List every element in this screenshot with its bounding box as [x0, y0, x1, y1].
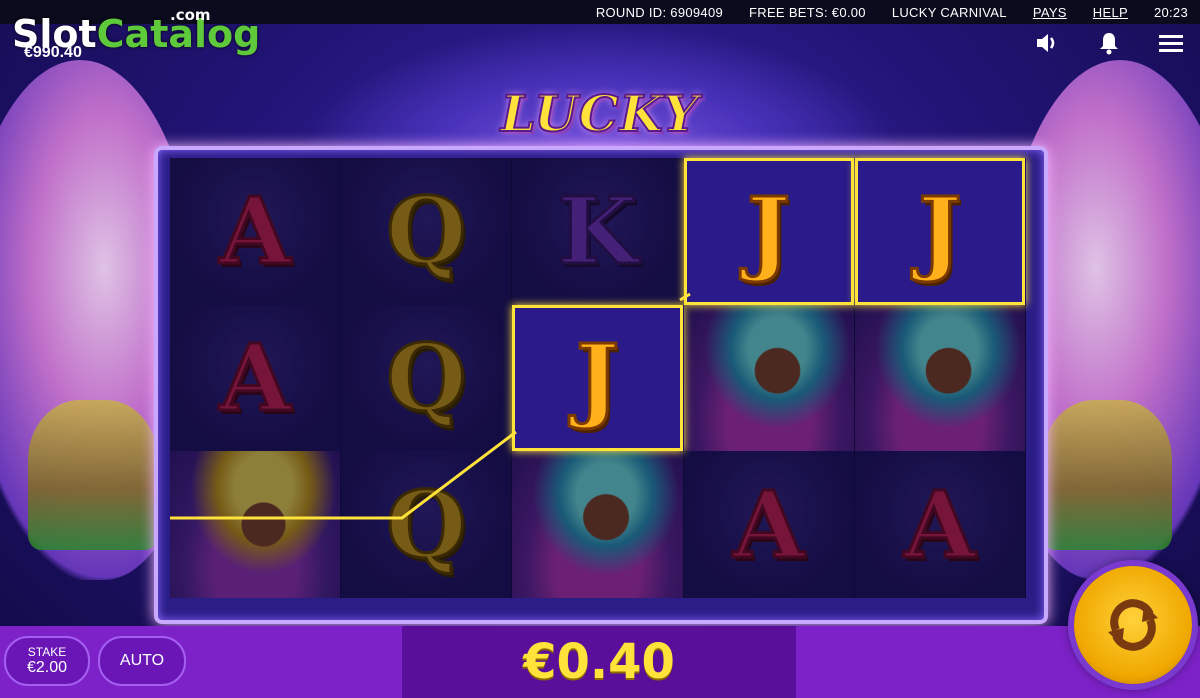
reel-cell [170, 451, 342, 598]
spin-button[interactable] [1074, 566, 1192, 684]
stake-button[interactable]: STAKE €2.00 [4, 636, 90, 686]
free-bets: FREE BETS: €0.00 [749, 4, 866, 20]
pays-link[interactable]: PAYS [1033, 5, 1067, 20]
reel-cell: J [854, 158, 1026, 305]
symbol-q: Q [385, 470, 468, 579]
help-link[interactable]: HELP [1093, 5, 1128, 20]
reel-cell [683, 304, 855, 452]
dancer-symbol [170, 451, 341, 598]
symbol-k: K [556, 177, 639, 286]
left-basket-decoration [28, 400, 158, 550]
reel-cell: Q [341, 304, 513, 452]
reel-cell: Q [341, 158, 513, 305]
stake-label: STAKE [27, 645, 67, 659]
dancer-symbol [683, 304, 854, 452]
symbol-j: J [745, 177, 791, 286]
game-name: LUCKY CARNIVAL [891, 4, 1007, 20]
balance-value: €990.40 [24, 44, 82, 61]
reel-cell: A [170, 158, 342, 305]
auto-label: AUTO [119, 652, 165, 669]
dancer-symbol [854, 304, 1025, 452]
symbol-a: A [731, 470, 805, 579]
dancer-symbol [512, 451, 683, 598]
reel-cell: J [683, 158, 855, 305]
auto-button[interactable]: AUTO [98, 636, 186, 686]
symbol-a: A [218, 177, 292, 286]
reel-cell: A [170, 304, 342, 452]
spin-arrows-icon [1108, 599, 1158, 651]
symbol-q: Q [385, 323, 468, 432]
reel-cell [512, 451, 684, 598]
symbol-q: Q [385, 177, 468, 286]
symbol-j: J [574, 323, 620, 432]
win-panel: €0.40 [402, 626, 796, 698]
win-amount: €0.40 [523, 634, 675, 690]
round-id: ROUND ID: 6909409 [595, 4, 724, 20]
stake-value: €2.00 [26, 659, 68, 676]
reel-cell: A [854, 451, 1026, 598]
symbol-a: A [218, 323, 292, 432]
clock: 20:23 [1153, 4, 1188, 20]
watermark-com: .com [170, 6, 211, 24]
reel-cell: Q [341, 451, 513, 598]
symbol-a: A [903, 470, 977, 579]
reel-cell [854, 304, 1026, 452]
speaker-icon[interactable] [1034, 30, 1060, 56]
reel-cell: J [512, 304, 684, 452]
hamburger-menu-icon[interactable] [1158, 30, 1184, 56]
right-basket-decoration [1042, 400, 1172, 550]
symbol-j: J [917, 177, 963, 286]
reel-cell: K [512, 158, 684, 305]
bell-icon[interactable] [1096, 30, 1122, 56]
reel-cell: A [683, 451, 855, 598]
reels-grid: AQKJJAQJQAA [170, 158, 1026, 598]
